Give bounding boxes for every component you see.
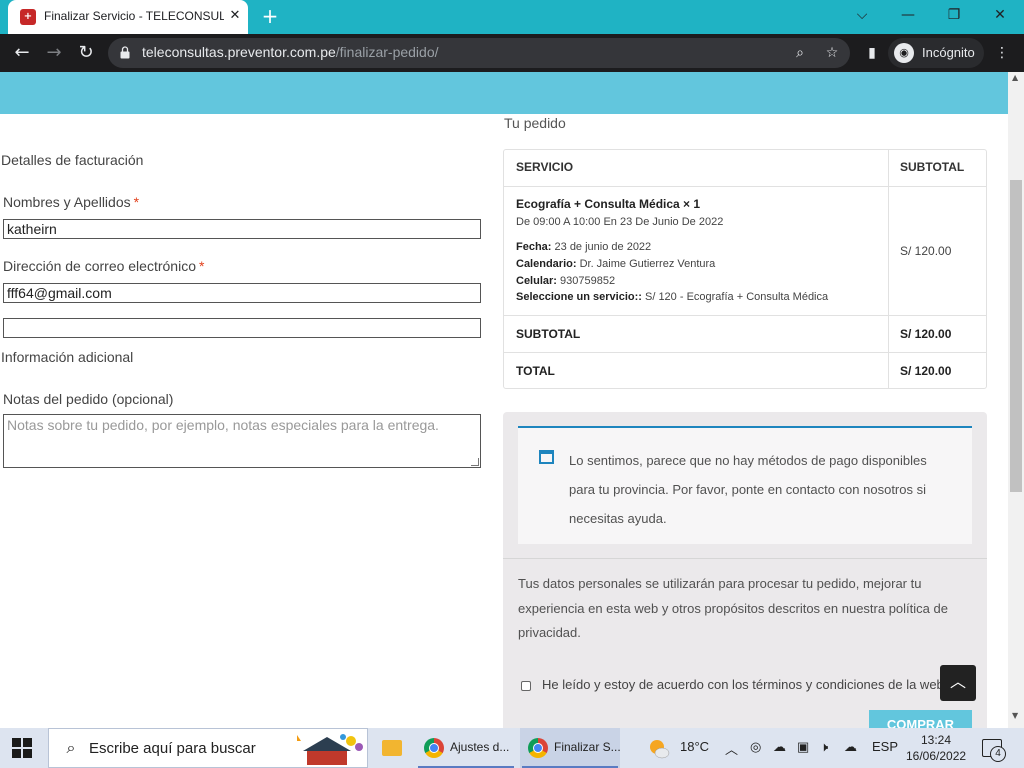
resize-grip-icon[interactable] — [471, 458, 479, 466]
browser-tab-active[interactable]: + Finalizar Servicio - TELECONSULTAS ✕ — [8, 0, 248, 34]
reload-icon[interactable]: ↻ — [74, 41, 98, 65]
tab-close-icon[interactable]: ✕ — [226, 7, 244, 25]
table-divider — [504, 186, 986, 187]
billing-heading: Detalles de facturación — [1, 152, 144, 168]
product-when: De 09:00 A 10:00 En 23 De Junio De 2022 — [516, 216, 724, 228]
side-panel-icon[interactable]: ▮ — [862, 43, 882, 63]
product-price: S/ 120.00 — [900, 244, 952, 258]
taskbar-app-label: Finalizar S... — [554, 740, 621, 754]
clock-time: 13:24 — [920, 733, 952, 747]
extra-field[interactable] — [3, 318, 481, 338]
taskbar-file-explorer[interactable] — [372, 728, 416, 768]
browser-tab-strip: + Finalizar Servicio - TELECONSULTAS ✕ +… — [0, 0, 1024, 34]
order-table: SERVICIO SUBTOTAL Ecografía + Consulta M… — [503, 149, 987, 389]
close-window-button[interactable]: ✕ — [978, 4, 1022, 28]
input-language[interactable]: ESP — [872, 739, 898, 754]
menu-kebab-icon[interactable]: ⋮ — [992, 43, 1012, 63]
clock-date: 16/06/2022 — [906, 749, 967, 763]
col-header-service: SERVICIO — [516, 160, 574, 174]
total-label: TOTAL — [516, 364, 555, 378]
taskbar-app-label: Ajustes d... — [450, 740, 510, 754]
onedrive-sync-icon[interactable]: ☁ — [844, 739, 857, 755]
tab-search-chevron-icon[interactable]: ⌵ — [840, 4, 884, 28]
chrome-icon — [424, 738, 444, 758]
privacy-text: Tus datos personales se utilizarán para … — [518, 576, 948, 640]
order-notes-textarea[interactable]: Notas sobre tu pedido, por ejemplo, nota… — [3, 414, 481, 468]
network-icon[interactable]: ▣ — [797, 739, 809, 755]
email-label: Dirección de correo electrónico * — [3, 258, 205, 274]
weather-partly-cloudy-icon[interactable] — [648, 738, 670, 760]
email-field[interactable]: fff64@gmail.com — [3, 283, 481, 303]
payment-section: Lo sentimos, parece que no hay métodos d… — [503, 412, 987, 728]
payment-notice: Lo sentimos, parece que no hay métodos d… — [518, 426, 972, 544]
payment-notice-text: Lo sentimos, parece que no hay métodos d… — [569, 453, 927, 526]
preventor-favicon-icon: + — [20, 9, 36, 25]
taskbar-clock[interactable]: 13:24 16/06/2022 — [906, 732, 966, 764]
browser-toolbar: ← → ↻ teleconsultas.preventor.com.pe/fin… — [0, 34, 1024, 72]
taskbar-app-chrome-active[interactable]: Finalizar S... — [520, 728, 621, 768]
tray-overflow-chevron-icon[interactable]: ︿ — [725, 739, 738, 758]
product-meta-calendar: Calendario: Dr. Jaime Gutierrez Ventura — [516, 258, 716, 270]
notification-count-badge: 4 — [990, 746, 1006, 762]
page-scrollbar[interactable]: ▲ ▼ — [1008, 72, 1024, 728]
volume-muted-icon[interactable]: 🕨 — [820, 739, 828, 755]
incognito-label: Incógnito — [922, 45, 975, 60]
address-bar[interactable]: teleconsultas.preventor.com.pe/finalizar… — [108, 38, 850, 68]
meet-now-icon[interactable]: ◎ — [750, 739, 761, 755]
product-meta-service: Seleccione un servicio:: S/ 120 - Ecogra… — [516, 291, 829, 303]
info-window-icon — [539, 450, 554, 464]
minimize-button[interactable]: — — [886, 4, 930, 28]
col-header-subtotal: SUBTOTAL — [900, 160, 965, 174]
payment-divider — [503, 558, 987, 559]
product-meta-date: Fecha: 23 de junio de 2022 — [516, 241, 652, 253]
back-arrow-icon[interactable]: ← — [10, 41, 34, 65]
lock-icon — [120, 46, 130, 59]
additional-info-heading: Información adicional — [1, 349, 134, 365]
search-icon: ⌕ — [66, 740, 76, 757]
taskbar-app-chrome-settings[interactable]: Ajustes d... — [416, 728, 516, 768]
web-page: Detalles de facturación Nombres y Apelli… — [0, 72, 1008, 728]
windows-taskbar: ⌕ Escribe aquí para buscar Ajustes d... … — [0, 728, 1024, 768]
chrome-icon — [528, 738, 548, 758]
product-meta-phone: Celular: 930759852 — [516, 275, 616, 287]
scrollbar-thumb[interactable] — [1010, 180, 1022, 492]
product-name: Ecografía + Consulta Médica × 1 — [516, 197, 701, 211]
onedrive-cloud-icon[interactable]: ☁ — [773, 739, 786, 755]
incognito-icon: ◉ — [894, 43, 914, 63]
scroll-up-arrow-icon[interactable]: ▲ — [1012, 74, 1020, 82]
incognito-indicator[interactable]: ◉ Incógnito — [888, 38, 984, 68]
search-highlight-art-icon — [297, 734, 363, 765]
bookmark-star-icon[interactable]: ☆ — [822, 43, 842, 63]
new-tab-button[interactable]: + — [258, 5, 282, 29]
scroll-down-arrow-icon[interactable]: ▼ — [1012, 712, 1020, 720]
restore-button[interactable]: ❐ — [932, 4, 976, 28]
table-divider — [504, 315, 986, 316]
order-notes-label: Notas del pedido (opcional) — [3, 391, 174, 407]
scroll-to-top-chevron-icon[interactable]: ︿ — [940, 665, 976, 701]
terms-label[interactable]: He leído y estoy de acuerdo con los térm… — [542, 677, 944, 692]
name-field[interactable]: katheirn — [3, 219, 481, 239]
forward-arrow-icon[interactable]: → — [42, 41, 66, 65]
taskbar-search[interactable]: ⌕ Escribe aquí para buscar — [48, 728, 368, 768]
subtotal-label: SUBTOTAL — [516, 327, 581, 341]
temperature[interactable]: 18°C — [680, 739, 709, 754]
total-value: S/ 120.00 — [900, 364, 952, 378]
name-label: Nombres y Apellidos * — [3, 194, 140, 210]
site-header-bar — [0, 72, 1008, 114]
comprar-button[interactable]: COMPRAR — [869, 710, 972, 728]
tab-title: Finalizar Servicio - TELECONSULTAS — [44, 9, 224, 23]
windows-start-icon[interactable] — [12, 738, 34, 758]
url-text: teleconsultas.preventor.com.pe/finalizar… — [142, 44, 439, 60]
table-divider — [504, 352, 986, 353]
subtotal-value: S/ 120.00 — [900, 327, 952, 341]
order-title: Tu pedido — [504, 115, 566, 131]
folder-icon — [382, 740, 402, 756]
order-notes-placeholder: Notas sobre tu pedido, por ejemplo, nota… — [7, 417, 439, 433]
zoom-icon[interactable]: ⌕ — [790, 43, 810, 63]
taskbar-search-placeholder: Escribe aquí para buscar — [89, 740, 256, 757]
terms-checkbox[interactable] — [521, 681, 531, 691]
